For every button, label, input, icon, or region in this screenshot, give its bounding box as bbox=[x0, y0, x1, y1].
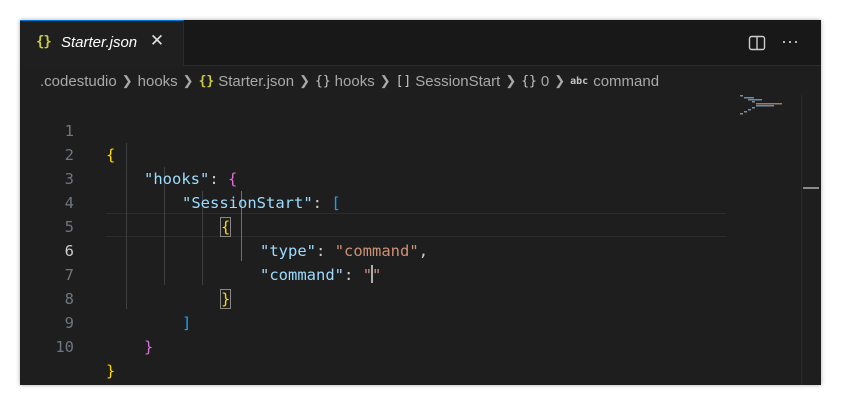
code-line: 9 } bbox=[20, 287, 800, 356]
code-line: 10 } bbox=[20, 311, 800, 380]
chevron-right-icon: ❯ bbox=[554, 73, 566, 88]
tab-starter-json[interactable]: {} Starter.json ✕ bbox=[20, 20, 184, 66]
breadcrumb-command-label: command bbox=[593, 72, 660, 90]
close-icon[interactable]: ✕ bbox=[148, 32, 166, 50]
breadcrumb-sessionstart-label: SessionStart bbox=[415, 72, 501, 90]
breadcrumb-item-label: 0 bbox=[540, 72, 550, 90]
breadcrumb-folder-label: hooks bbox=[137, 72, 178, 90]
brace: } bbox=[144, 338, 154, 356]
breadcrumb-root[interactable]: .codestudio bbox=[40, 73, 117, 90]
tab-bar: {} Starter.json ✕ ··· bbox=[20, 20, 821, 66]
minimap[interactable] bbox=[732, 95, 792, 135]
line-number: 10 bbox=[55, 338, 74, 356]
code-line: 4 { bbox=[20, 167, 800, 237]
editor-window: {} Starter.json ✕ ··· .codestudio ❯ hook… bbox=[20, 20, 821, 385]
code-line: 7 } bbox=[20, 239, 800, 309]
breadcrumb-root-label: .codestudio bbox=[40, 72, 117, 90]
code-area[interactable]: 1 { 2 "hooks": { 3 "SessionStart": [ 4 {… bbox=[20, 95, 800, 385]
split-editor-icon[interactable] bbox=[748, 34, 766, 52]
tab-label: Starter.json bbox=[61, 34, 138, 51]
scrollbar-cursor-marker bbox=[803, 187, 819, 189]
chevron-right-icon: ❯ bbox=[182, 73, 194, 88]
object-icon: {} bbox=[315, 73, 331, 89]
string-icon: abc bbox=[570, 75, 589, 87]
breadcrumb-folder[interactable]: hooks bbox=[138, 73, 178, 90]
breadcrumb-hooks-label: hooks bbox=[334, 72, 375, 90]
breadcrumb-file[interactable]: {} Starter.json bbox=[199, 73, 295, 90]
chevron-right-icon: ❯ bbox=[505, 73, 517, 88]
brace: } bbox=[106, 362, 116, 380]
breadcrumb-hooks-object[interactable]: {} hooks bbox=[315, 73, 375, 90]
code-line: 1 { bbox=[20, 95, 800, 164]
chevron-right-icon: ❯ bbox=[121, 73, 133, 88]
code-line-current: 6 "command": "" bbox=[20, 215, 800, 284]
code-line: 2 "hooks": { bbox=[20, 119, 800, 188]
code-line: 8 ] bbox=[20, 263, 800, 332]
json-file-icon: {} bbox=[36, 34, 52, 50]
object-icon: {} bbox=[521, 73, 537, 89]
breadcrumb-command-string[interactable]: abc command bbox=[570, 73, 659, 90]
chevron-right-icon: ❯ bbox=[299, 73, 311, 88]
chevron-right-icon: ❯ bbox=[379, 73, 391, 88]
breadcrumb-item-0[interactable]: {} 0 bbox=[521, 73, 549, 90]
code-line: 3 "SessionStart": [ bbox=[20, 143, 800, 212]
breadcrumb: .codestudio ❯ hooks ❯ {} Starter.json ❯ … bbox=[40, 70, 659, 92]
more-actions-icon[interactable]: ··· bbox=[780, 32, 800, 52]
vertical-scrollbar[interactable] bbox=[801, 95, 816, 385]
breadcrumb-file-label: Starter.json bbox=[218, 72, 295, 90]
code-line: 5 "type": "command", bbox=[20, 191, 800, 260]
json-file-icon: {} bbox=[198, 73, 215, 89]
breadcrumb-sessionstart-array[interactable]: [] SessionStart bbox=[396, 73, 501, 90]
array-icon: [] bbox=[395, 73, 412, 89]
